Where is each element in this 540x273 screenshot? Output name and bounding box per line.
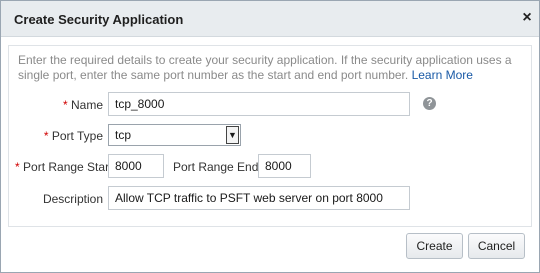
- port-type-label: * Port Type: [15, 129, 103, 143]
- port-type-value: tcp: [115, 128, 132, 142]
- port-type-label-text: Port Type: [51, 129, 103, 143]
- dialog-titlebar: Create Security Application ×: [1, 1, 539, 37]
- required-asterisk: *: [43, 129, 49, 143]
- dialog-content: Enter the required details to create you…: [8, 45, 532, 227]
- port-type-select[interactable]: tcp ▼: [108, 124, 241, 146]
- name-label: * Name: [15, 98, 103, 112]
- help-icon[interactable]: ?: [423, 97, 436, 110]
- dialog-title: Create Security Application: [14, 12, 184, 27]
- name-input[interactable]: [108, 92, 410, 116]
- port-range-start-label-text: Port Range Start: [23, 160, 113, 174]
- port-range-end-label: Port Range End: [173, 160, 259, 174]
- port-range-start-input[interactable]: [108, 154, 164, 178]
- instructions-text: Enter the required details to create you…: [18, 53, 528, 83]
- create-security-application-dialog: Create Security Application × Enter the …: [0, 0, 540, 273]
- close-icon[interactable]: ×: [519, 9, 535, 27]
- port-range-start-label: * Port Range Start: [15, 160, 112, 174]
- learn-more-link[interactable]: Learn More: [412, 68, 473, 82]
- name-label-text: Name: [70, 98, 103, 112]
- description-label: Description: [42, 192, 103, 206]
- description-input[interactable]: [108, 186, 410, 210]
- required-asterisk: *: [62, 98, 68, 112]
- port-range-end-input[interactable]: [258, 154, 311, 178]
- chevron-down-icon[interactable]: ▼: [226, 126, 239, 144]
- cancel-button[interactable]: Cancel: [468, 233, 525, 259]
- create-button[interactable]: Create: [406, 233, 463, 259]
- required-asterisk: *: [15, 160, 20, 174]
